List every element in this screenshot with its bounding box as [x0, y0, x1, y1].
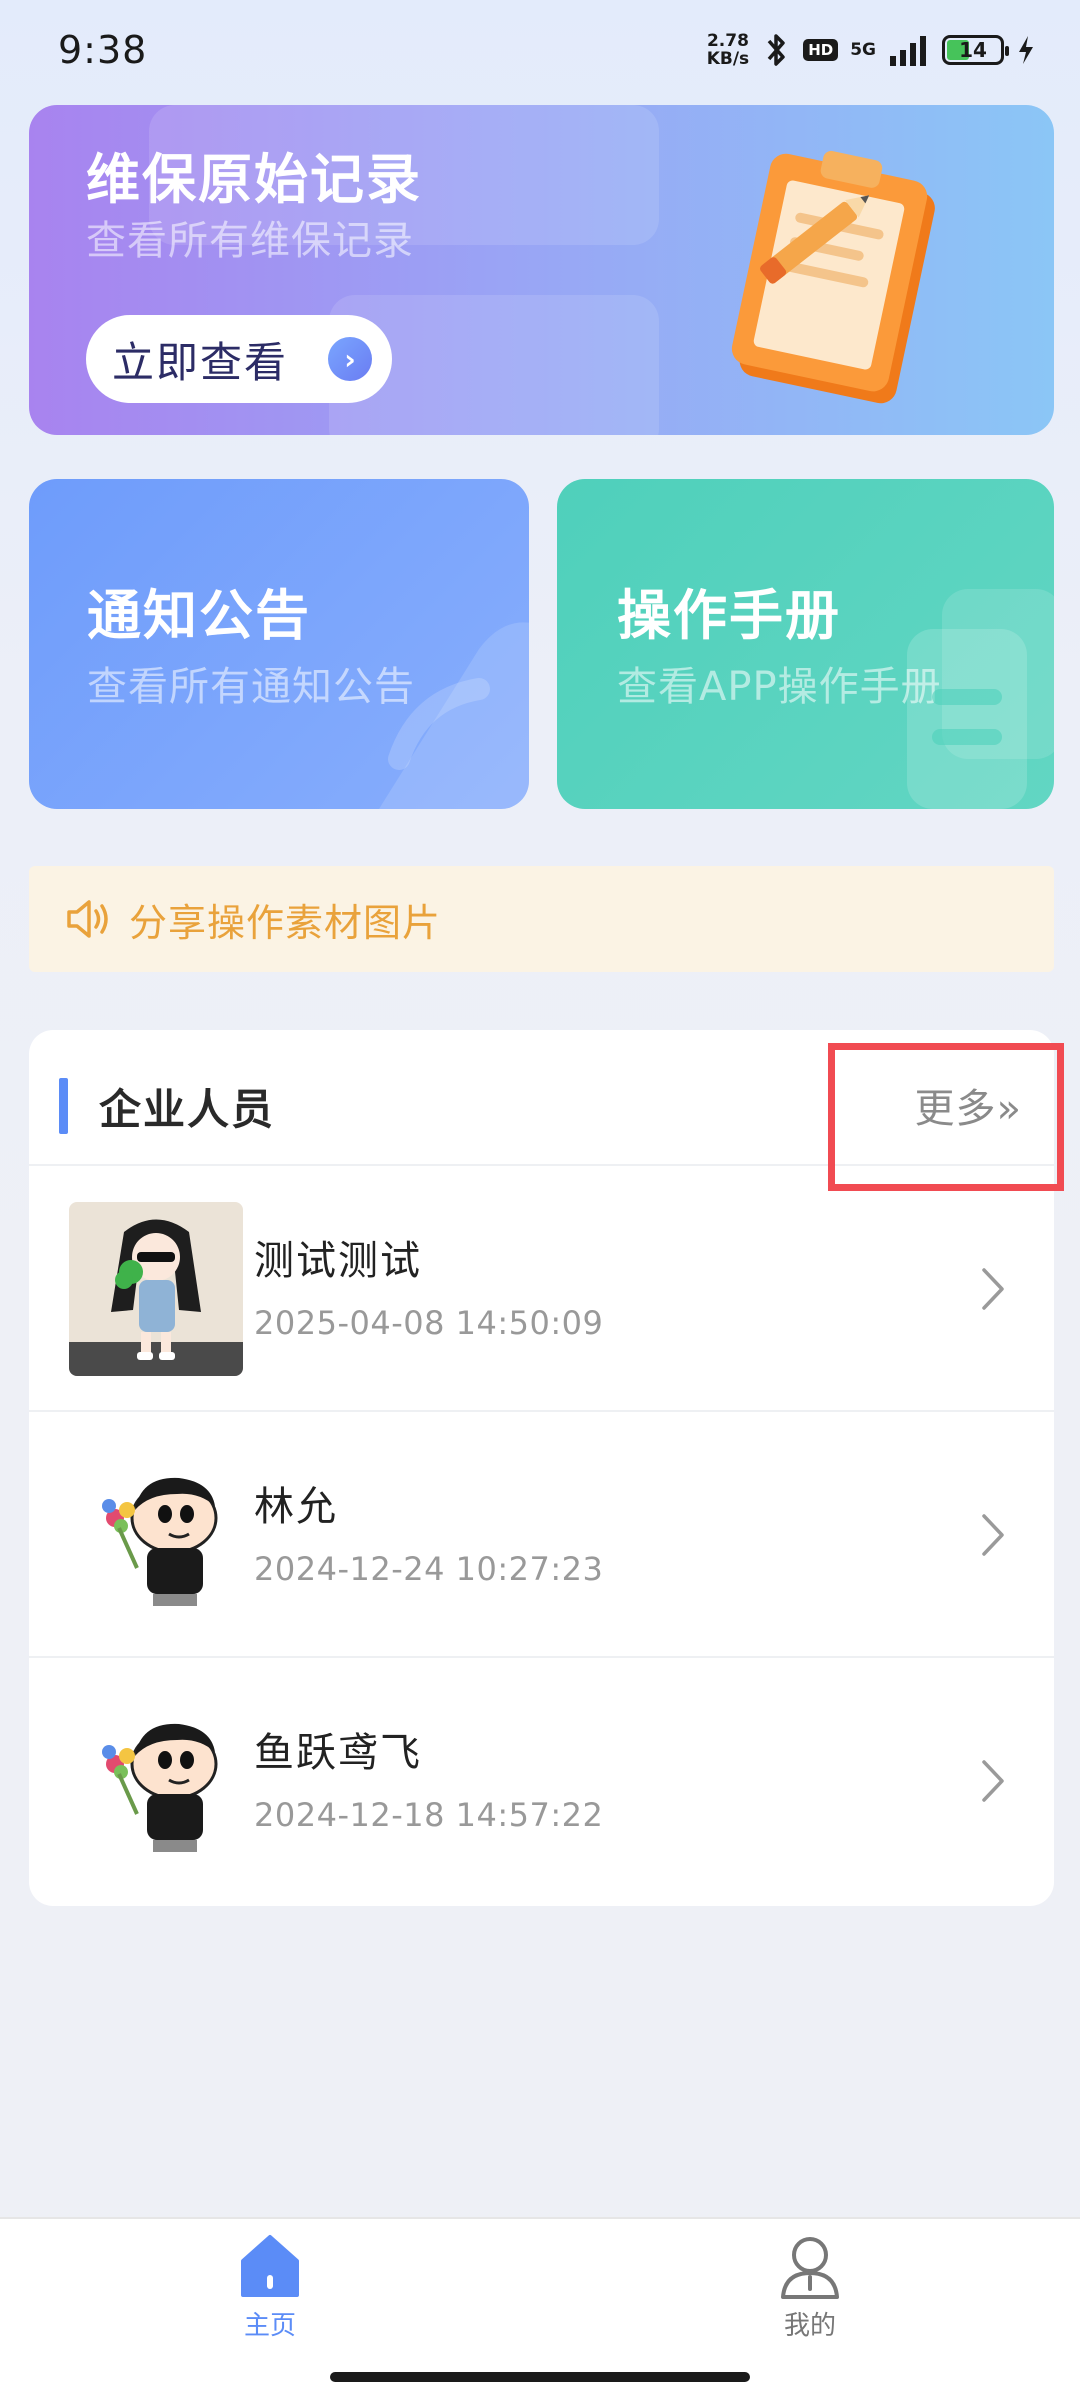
nav-mine[interactable]: 我的: [710, 2231, 910, 2342]
manual-card-title: 操作手册: [617, 584, 841, 647]
network-speed: 2.78 KB/s: [706, 31, 750, 69]
home-indicator[interactable]: [330, 2372, 750, 2382]
nav-home[interactable]: 主页: [170, 2231, 370, 2342]
chevron-right-icon: [982, 1268, 1004, 1310]
manual-card[interactable]: 操作手册 查看APP操作手册: [557, 479, 1054, 809]
chevron-right-icon: [982, 1760, 1004, 1802]
status-time: 9:38: [58, 28, 148, 72]
section-accent-bar: [59, 1078, 68, 1134]
share-banner-text: 分享操作素材图片: [129, 900, 442, 945]
view-now-button[interactable]: 立即查看 ›: [86, 315, 392, 403]
clipboard-icon: [731, 150, 935, 404]
speaker-icon: [67, 900, 108, 938]
maintenance-record-card[interactable]: 维保原始记录 查看所有维保记录 立即查看 ›: [29, 105, 1054, 435]
megaphone-icon: [379, 622, 529, 809]
nav-home-label: 主页: [243, 2311, 296, 2341]
document-icon: [907, 589, 1054, 809]
charging-icon: [1019, 36, 1033, 64]
status-icons: 2.78 KB/s HD 5G 14: [707, 31, 1036, 69]
hd-icon: HD: [803, 39, 839, 61]
chevron-right-icon: [982, 1514, 1004, 1556]
signal-icon: [890, 36, 926, 66]
notice-card[interactable]: 通知公告 查看所有通知公告: [29, 479, 529, 809]
girl-avatar: [69, 1202, 243, 1376]
status-bar: 9:38 2.78 KB/s HD 5G 14: [0, 0, 1080, 100]
staff-section-title: 企业人员: [99, 1085, 276, 1134]
maintenance-card-title: 维保原始记录: [86, 148, 422, 211]
home-icon: [241, 2235, 299, 2297]
staff-name: 测试测试: [254, 1238, 422, 1284]
bluetooth-icon: [767, 34, 785, 66]
cartoon-boy-avatar: [69, 1448, 243, 1622]
cartoon-boy-avatar: [69, 1694, 243, 1868]
staff-time: 2024-12-24 10:27:23: [254, 1550, 604, 1588]
signal-type: 5G: [850, 40, 876, 60]
battery-icon: 14: [942, 35, 1009, 65]
maintenance-card-subtitle: 查看所有维保记录: [86, 218, 414, 264]
arrow-right-icon: ›: [328, 337, 372, 381]
staff-name: 鱼跃鸢飞: [254, 1730, 422, 1776]
nav-mine-label: 我的: [783, 2311, 836, 2341]
staff-time: 2024-12-18 14:57:22: [254, 1796, 604, 1834]
share-materials-banner[interactable]: 分享操作素材图片: [29, 866, 1054, 972]
staff-time: 2025-04-08 14:50:09: [254, 1304, 604, 1342]
staff-row[interactable]: 林允 2024-12-24 10:27:23: [29, 1412, 1054, 1658]
staff-row[interactable]: 测试测试 2025-04-08 14:50:09: [29, 1166, 1054, 1412]
notice-card-title: 通知公告: [87, 584, 311, 647]
user-icon: [781, 2237, 839, 2299]
staff-name: 林允: [254, 1484, 338, 1530]
staff-row[interactable]: 鱼跃鸢飞 2024-12-18 14:57:22: [29, 1658, 1054, 1904]
highlight-box: [828, 1043, 1064, 1191]
